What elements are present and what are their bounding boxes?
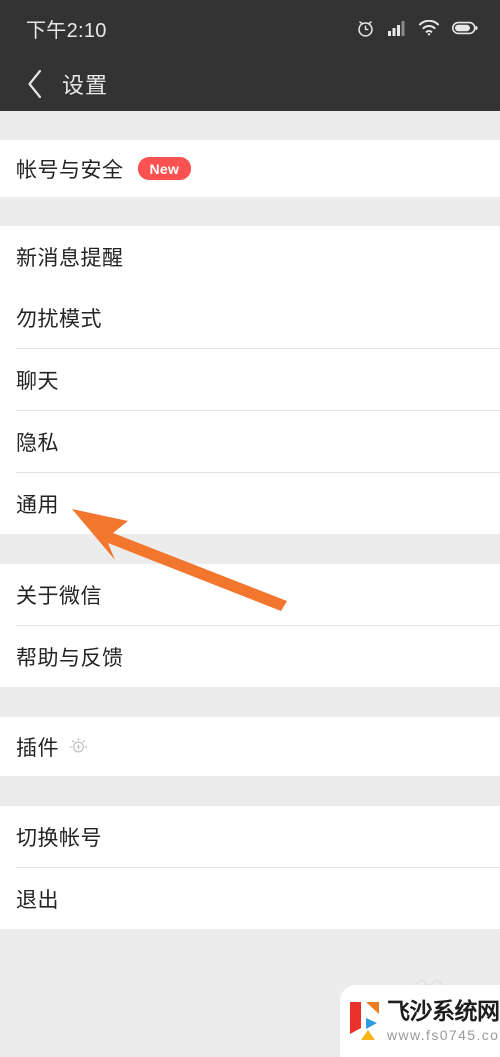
row-label: 新消息提醒 — [16, 246, 124, 270]
row-do-not-disturb[interactable]: 勿扰模式 — [0, 287, 500, 348]
row-label: 聊天 — [16, 369, 59, 393]
row-label: 勿扰模式 — [16, 307, 102, 331]
title-bar: 设置 — [0, 56, 500, 111]
row-label: 关于微信 — [16, 584, 102, 608]
row-label: 隐私 — [16, 431, 59, 455]
section-gap — [0, 776, 500, 806]
status-badge: New — [137, 157, 192, 180]
row-label: 帮助与反馈 — [16, 646, 124, 670]
wifi-icon — [419, 20, 439, 36]
section-gap — [0, 687, 500, 717]
row-label: 帐号与安全 — [16, 158, 124, 182]
status-time: 下午2:10 — [26, 19, 107, 42]
row-label: 插件 — [16, 736, 59, 760]
section-gap — [0, 197, 500, 226]
status-icons — [356, 19, 478, 38]
alarm-icon — [356, 19, 375, 38]
row-privacy[interactable]: 隐私 — [0, 411, 500, 472]
watermark-site-name: 飞沙系统网 — [387, 998, 500, 1024]
battery-icon — [452, 21, 478, 35]
account-actions-section: 切换帐号 退出 — [0, 806, 500, 929]
signal-icon — [388, 20, 406, 36]
row-general[interactable]: 通用 — [0, 473, 500, 534]
row-label: 通用 — [16, 493, 59, 517]
row-logout[interactable]: 退出 — [0, 868, 500, 929]
row-label: 切换帐号 — [16, 826, 102, 850]
back-button[interactable] — [16, 64, 54, 104]
row-account-security[interactable]: 帐号与安全 New — [0, 140, 500, 197]
row-chat[interactable]: 聊天 — [0, 349, 500, 410]
account-section: 帐号与安全 New — [0, 140, 500, 197]
settings-list: 帐号与安全 New 新消息提醒 勿扰模式 聊天 隐私 通用 关于微信 帮助与反馈… — [0, 111, 500, 1057]
preferences-section: 新消息提醒 勿扰模式 聊天 隐私 通用 — [0, 226, 500, 534]
watermark-logo-icon — [350, 1002, 379, 1040]
plugins-section: 插件 — [0, 717, 500, 776]
info-section: 关于微信 帮助与反馈 — [0, 564, 500, 687]
chevron-left-icon — [26, 69, 44, 99]
row-about-wechat[interactable]: 关于微信 — [0, 564, 500, 625]
watermark-url: www.fs0745.com — [387, 1027, 500, 1043]
status-bar: 下午2:10 — [0, 0, 500, 56]
watermark: 飞沙系统网 www.fs0745.com — [340, 985, 500, 1057]
row-help-feedback[interactable]: 帮助与反馈 — [0, 626, 500, 687]
section-gap — [0, 534, 500, 564]
row-label: 退出 — [16, 888, 59, 912]
row-plugins[interactable]: 插件 — [0, 717, 500, 776]
row-new-message-alerts[interactable]: 新消息提醒 — [0, 226, 500, 287]
page-title: 设置 — [62, 72, 109, 98]
plugin-indicator-icon — [69, 737, 88, 756]
row-switch-account[interactable]: 切换帐号 — [0, 806, 500, 867]
section-gap — [0, 111, 500, 140]
